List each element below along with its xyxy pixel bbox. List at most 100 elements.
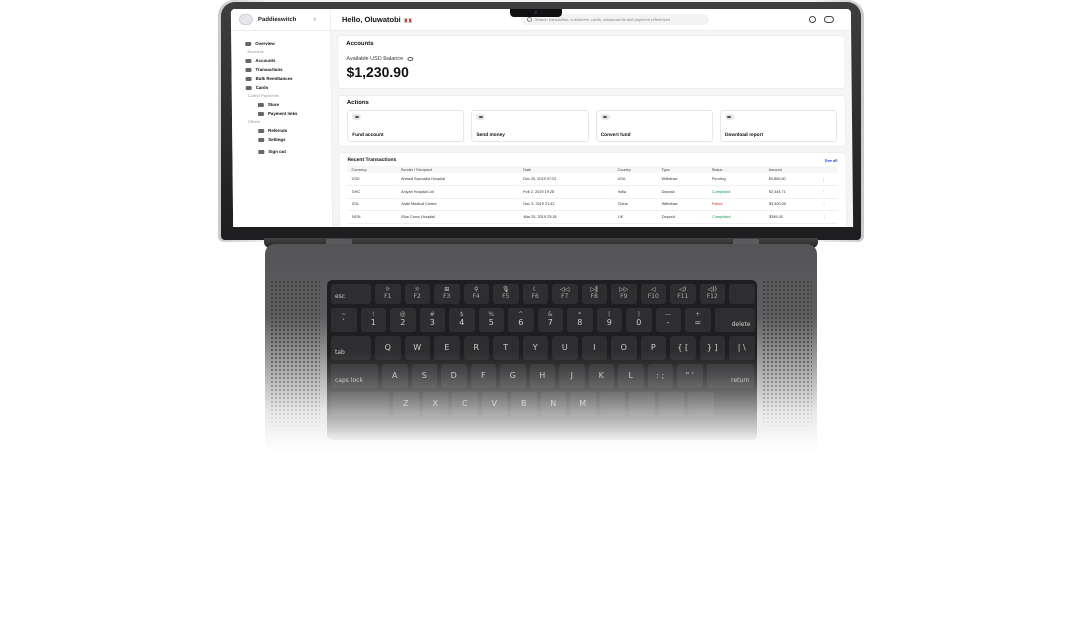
profile-avatar-icon[interactable] [823, 16, 835, 23]
keyboard-key[interactable]: { [ [670, 336, 696, 360]
action-download-report-button[interactable]: Download report [719, 110, 838, 142]
more-options-icon[interactable]: ⋮ [817, 185, 838, 198]
sidebar-item-overview[interactable]: Overview [231, 39, 330, 48]
keyboard-key[interactable]: ^ 6 [508, 308, 534, 332]
keyboard-key[interactable]: ▷▷ F9 [611, 284, 637, 304]
eye-icon[interactable] [407, 57, 414, 61]
keyboard-key[interactable]: ☼ F1 [375, 284, 401, 304]
keyboard-key[interactable]: O [611, 336, 637, 360]
see-all-link[interactable]: See all [825, 158, 838, 163]
column-header[interactable]: Country [613, 166, 658, 173]
keyboard-key[interactable]: R [463, 336, 489, 360]
keyboard-key[interactable]: ◁ F10 [640, 284, 666, 304]
keyboard-key[interactable] [331, 392, 389, 416]
keyboard-key[interactable]: ▷‖ F8 [581, 284, 607, 304]
more-options-icon[interactable]: ⋮ [818, 210, 839, 223]
column-header[interactable]: Date [519, 166, 614, 173]
keyboard-key[interactable]: — - [655, 308, 681, 332]
table-row[interactable]: EURFirst City HospitalSep 7, 2019 23:52F… [348, 223, 839, 227]
keyboard-key[interactable]: P [640, 336, 666, 360]
keyboard-key[interactable]: ) 0 [626, 308, 652, 332]
sidebar-item-referrals[interactable]: Referrals [232, 126, 331, 135]
keyboard-key[interactable]: ☾ F6 [522, 284, 548, 304]
keyboard-key[interactable]: I [581, 336, 607, 360]
keyboard-key[interactable]: % 5 [478, 308, 504, 332]
keyboard-key[interactable]: K [588, 364, 614, 388]
more-options-icon[interactable]: ⋮ [817, 198, 838, 211]
keyboard-key[interactable]: F [470, 364, 496, 388]
keyboard-key[interactable]: | \ [729, 336, 755, 360]
keyboard-key[interactable]: ☼ F2 [404, 284, 430, 304]
keyboard-key[interactable]: U [552, 336, 578, 360]
keyboard-key[interactable]: ◁◁ F7 [552, 284, 578, 304]
keyboard-key[interactable]: C [452, 392, 478, 416]
table-row[interactable]: NGN Blue Cross Hospital Mar 20, 2019 23:18… [347, 210, 839, 223]
keyboard-key[interactable]: J [559, 364, 585, 388]
action-send-money-button[interactable]: Send money [471, 110, 589, 142]
settings-icon[interactable] [808, 16, 817, 23]
keyboard-key[interactable]: S [411, 364, 437, 388]
sidebar-item-cards[interactable]: Cards [232, 83, 331, 92]
sidebar-item-sign-out[interactable]: Sign out [232, 147, 331, 156]
keyboard-key[interactable] [729, 284, 755, 304]
keyboard-key[interactable]: esc [331, 284, 371, 304]
keyboard-key[interactable]: W [404, 336, 430, 360]
sidebar-item-transactions[interactable]: Transactions [231, 65, 330, 74]
sidebar-item-accounts[interactable]: Accounts [231, 56, 330, 65]
keyboard-key[interactable]: & 7 [537, 308, 563, 332]
column-header[interactable]: Sender / Recipient [396, 166, 520, 173]
keyboard-key[interactable]: L [618, 364, 644, 388]
column-header[interactable]: Amount [764, 166, 818, 173]
keyboard-key[interactable]: G [500, 364, 526, 388]
keyboard-key[interactable]: Y [522, 336, 548, 360]
keyboard-key[interactable]: (9 [596, 308, 622, 332]
keyboard-key[interactable]: " ' [677, 364, 703, 388]
keyboard-key[interactable]: D [441, 364, 467, 388]
table-row[interactable]: ZOL Arabi Medical Centre Dec 3, 2019 21:42… [347, 198, 838, 211]
keyboard-key[interactable]: ◁)) F12 [699, 284, 725, 304]
keyboard-key[interactable]: $4 [449, 308, 475, 332]
sidebar-item-store[interactable]: Store [232, 100, 331, 109]
table-row[interactable]: USD Ahmed Specialist Hospital Dec 20, 2019… [347, 173, 838, 186]
keyboard-key[interactable] [599, 392, 625, 416]
keyboard-key[interactable]: caps lock [331, 364, 378, 388]
keyboard-key[interactable]: A [382, 364, 408, 388]
keyboard-key[interactable]: ⊞ F3 [434, 284, 460, 304]
keyboard-key[interactable] [658, 392, 684, 416]
keyboard-key[interactable] [688, 392, 714, 416]
keyboard-key[interactable]: Z [393, 392, 419, 416]
keyboard-key[interactable]: X [422, 392, 448, 416]
column-header[interactable]: Type [657, 166, 708, 173]
keyboard-key[interactable]: ! 1 [360, 308, 386, 332]
keyboard-key[interactable]: V [481, 392, 507, 416]
keyboard-key[interactable]: return [706, 364, 754, 388]
action-convert-fund-button[interactable]: Convert fund [595, 110, 714, 142]
keyboard-key[interactable] [629, 392, 655, 416]
keyboard-key[interactable]: Q [375, 336, 401, 360]
more-options-icon[interactable]: ⋮ [817, 173, 838, 186]
keyboard-key[interactable]: tab [331, 336, 371, 360]
column-header[interactable]: Status [707, 166, 765, 173]
keyboard-key[interactable]: : ; [647, 364, 673, 388]
keyboard-key[interactable]: 🎙 F5 [493, 284, 519, 304]
keyboard-key[interactable]: M [570, 392, 596, 416]
table-row[interactable]: GHC Aniyah Hospital Ltd Feb 2, 2019 19:28 I… [347, 185, 838, 198]
keyboard-key[interactable]: + = [685, 308, 711, 332]
keyboard-key[interactable]: #3 [419, 308, 445, 332]
keyboard-key[interactable]: } ] [699, 336, 725, 360]
column-header[interactable]: Currency [347, 166, 397, 173]
sidebar-item-bulk-remittances[interactable]: Bulk Remittances [232, 74, 331, 83]
brand-switcher[interactable]: Paddieswitch ◊ [230, 9, 332, 31]
keyboard-key[interactable]: ⚲ F4 [463, 284, 489, 304]
more-options-icon[interactable]: ⋮ [818, 223, 839, 227]
keyboard-key[interactable]: * 8 [567, 308, 593, 332]
keyboard-key[interactable]: N [540, 392, 566, 416]
keyboard-key[interactable]: H [529, 364, 555, 388]
keyboard-key[interactable]: T [493, 336, 519, 360]
keyboard-key[interactable]: E [434, 336, 460, 360]
sidebar-item-settings[interactable]: Settings [232, 135, 331, 144]
keyboard-key[interactable]: ◁) F11 [670, 284, 696, 304]
action-fund-account-button[interactable]: Fund account [346, 110, 465, 142]
keyboard-key[interactable]: B [511, 392, 537, 416]
keyboard-key[interactable]: ~ ` [331, 308, 357, 332]
